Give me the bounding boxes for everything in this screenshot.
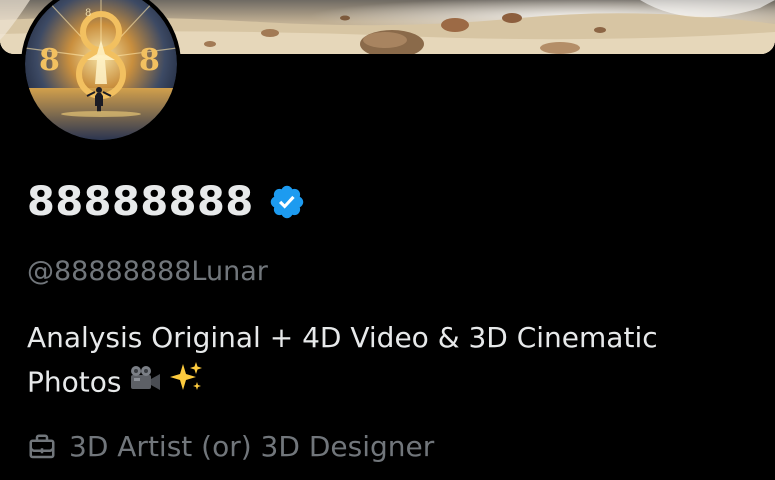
avatar-numeral-small: 8	[85, 8, 91, 19]
avatar-numeral-right: 8	[139, 43, 160, 78]
bio-line-2-text: Photos	[27, 365, 122, 399]
sparkles-icon	[169, 360, 203, 407]
profile-avatar[interactable]: 8 8 8	[21, 0, 181, 144]
verified-badge-icon[interactable]	[268, 183, 306, 221]
profession-row: 3D Artist (or) 3D Designer	[27, 428, 434, 466]
profile-handle: @88888888Lunar	[27, 256, 268, 287]
avatar-numeral-left: 8	[39, 43, 60, 78]
movie-camera-icon	[127, 362, 163, 406]
profile-bio: Analysis Original + 4D Video & 3D Cinema…	[27, 316, 747, 407]
profile-page: 8 8 8 88888888 @88888888Lunar Analysis O…	[0, 0, 775, 480]
profession-label: 3D Artist (or) 3D Designer	[69, 430, 435, 463]
bio-line-1: Analysis Original + 4D Video & 3D Cinema…	[27, 321, 658, 354]
display-name: 88888888	[27, 179, 254, 225]
briefcase-icon	[27, 432, 57, 462]
bio-line-2: Photos	[27, 360, 747, 407]
display-name-row: 88888888	[27, 176, 306, 228]
